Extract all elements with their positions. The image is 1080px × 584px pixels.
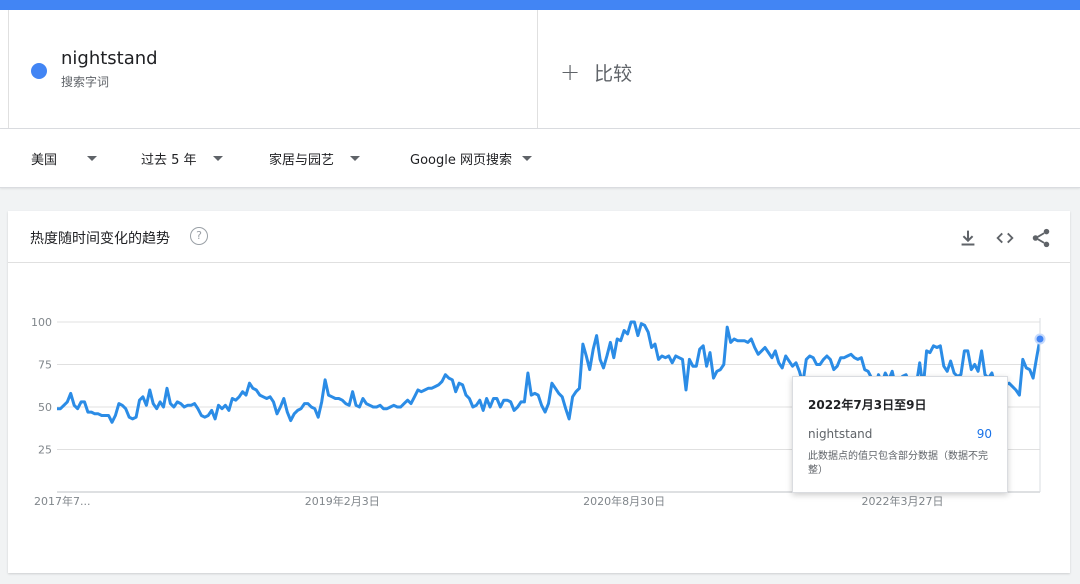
x-tick-label: 2019年2月3日: [305, 494, 380, 508]
y-tick-label: 100: [31, 316, 52, 329]
tooltip-note: 此数据点的值只包含部分数据（数据不完整）: [808, 451, 988, 476]
x-tick-label: 2017年7...: [34, 494, 90, 508]
y-tick-label: 25: [38, 444, 52, 457]
tooltip-term: nightstand: [808, 427, 873, 441]
highlighted-data-point: [1034, 333, 1046, 345]
x-tick-label: 2022年3月27日: [862, 494, 944, 508]
tooltip-date: 2022年7月3日至9日: [808, 398, 927, 412]
y-tick-label: 50: [38, 401, 52, 414]
y-tick-label: 75: [38, 359, 52, 372]
tooltip-value: 90: [976, 427, 992, 441]
data-point-tooltip: 2022年7月3日至9日 nightstand 90 此数据点的值只包含部分数据…: [792, 376, 1008, 493]
x-tick-label: 2020年8月30日: [583, 494, 665, 508]
trend-line-chart[interactable]: 25 50 75 100 2017年7... 2019年2月3日 2020年8月30日 202…: [0, 0, 1080, 584]
